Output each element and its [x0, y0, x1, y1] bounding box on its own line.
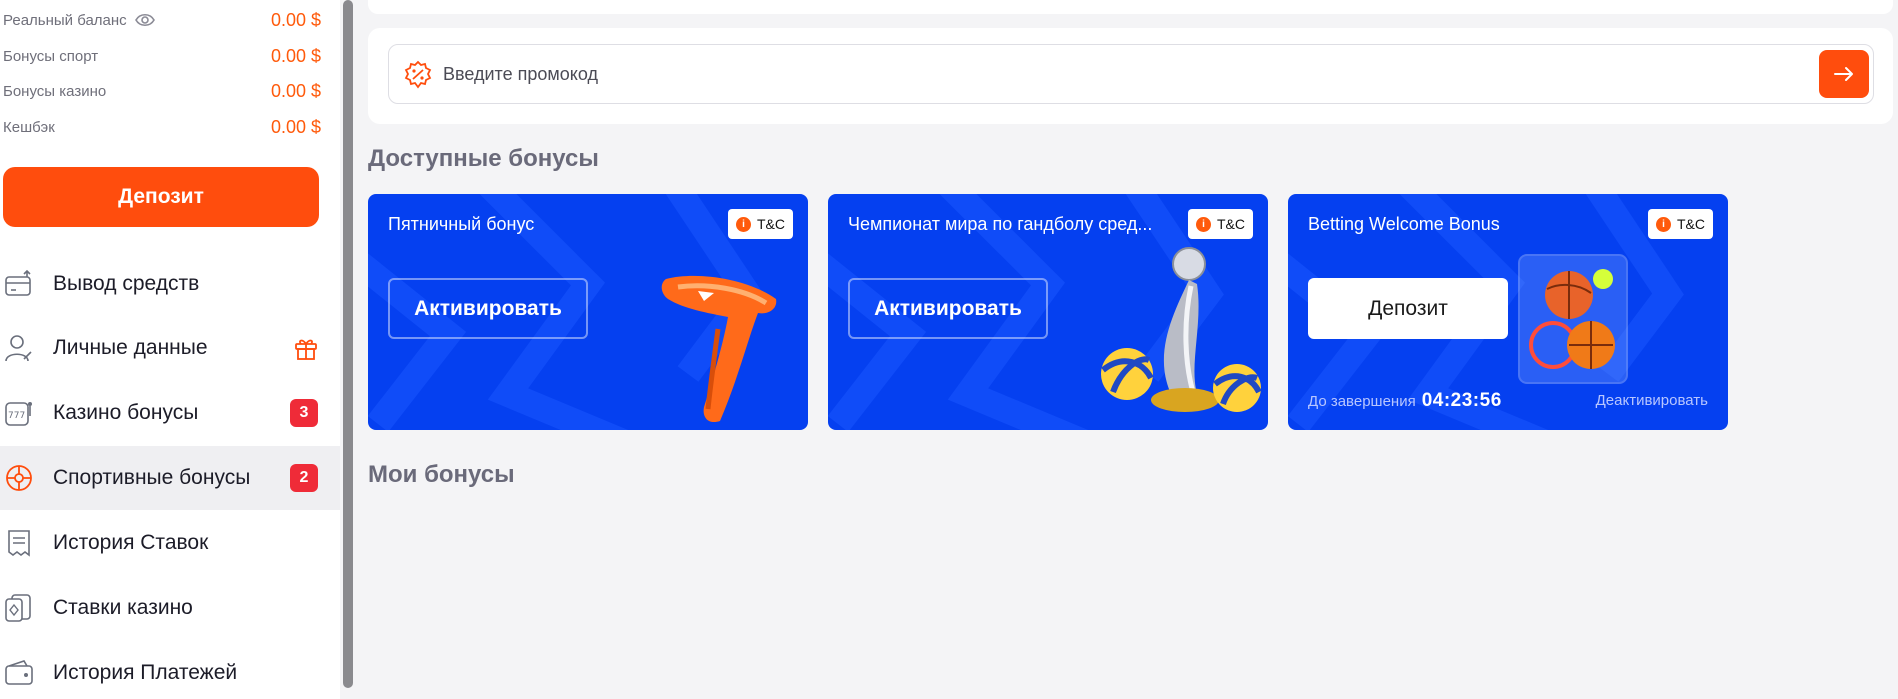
discount-badge-icon — [404, 60, 432, 89]
available-bonuses-title: Доступные бонусы — [368, 145, 599, 172]
balance-label: Бонусы спорт — [3, 47, 99, 65]
arrow-right-icon — [1834, 67, 1853, 81]
trophy-balls-image — [1101, 247, 1262, 412]
eye-icon[interactable] — [134, 13, 155, 27]
tc-label: T&C — [1677, 216, 1705, 232]
nav-item-withdraw[interactable]: Вывод средств — [0, 252, 340, 316]
card-title: Пятничный бонус — [388, 214, 535, 234]
nav-item-personal-data[interactable]: Личные данные — [0, 316, 340, 380]
slot-machine-icon: 777 — [4, 398, 34, 428]
info-icon: i — [736, 216, 751, 232]
balance-value: 0.00 $ — [270, 9, 321, 30]
balance-value: 0.00 $ — [270, 80, 321, 101]
nav-label: Вывод средств — [53, 272, 200, 295]
page: Реальный баланс 0.00 $ Бонусы спорт 0.00… — [0, 0, 1898, 699]
promo-code-input[interactable] — [443, 55, 1743, 93]
balance-row-cashback: Кешбэк 0.00 $ — [3, 112, 321, 142]
activate-button[interactable]: Активировать — [848, 278, 1048, 339]
nav-label: Казино бонусы — [53, 401, 199, 424]
bonus-card-friday: Пятничный бонус i T&C Активировать — [368, 194, 808, 430]
nav-item-bet-history[interactable]: История Ставок — [0, 511, 340, 575]
tc-label: T&C — [1217, 216, 1245, 232]
balance-label: Кешбэк — [3, 118, 55, 136]
balance-row-sport: Бонусы спорт 0.00 $ — [3, 41, 321, 71]
balance-value: 0.00 $ — [270, 45, 321, 66]
nav-label: Личные данные — [53, 336, 208, 359]
nav-item-casino-bets[interactable]: Ставки казино — [0, 576, 340, 640]
tc-button[interactable]: i T&C — [1188, 209, 1253, 239]
my-bonuses-title: Мои бонусы — [368, 461, 515, 488]
balance-row-real: Реальный баланс 0.00 $ — [3, 5, 321, 35]
tc-label: T&C — [757, 216, 785, 232]
user-icon — [4, 333, 34, 363]
promo-box — [388, 44, 1874, 104]
bonus-card-welcome: Betting Welcome Bonus i T&C Депозит До з… — [1288, 194, 1728, 430]
badge-count: 3 — [290, 399, 318, 427]
balance-label: Реальный баланс — [3, 11, 127, 29]
wallet-icon — [4, 658, 34, 688]
balance-value: 0.00 $ — [270, 116, 321, 137]
withdraw-icon — [4, 269, 34, 299]
nav-item-sport-bonuses[interactable]: Спортивные бонусы 2 — [0, 446, 340, 510]
nav-item-payment-history[interactable]: История Платежей — [0, 641, 340, 699]
promo-submit-button[interactable] — [1819, 50, 1869, 98]
promo-panel — [368, 28, 1893, 124]
sport-ball-icon — [4, 463, 34, 493]
receipt-icon — [4, 528, 34, 558]
nav-label: Ставки казино — [53, 596, 193, 619]
deposit-button[interactable]: Депозит — [3, 167, 319, 227]
boomerang-image — [661, 275, 777, 423]
info-icon: i — [1196, 216, 1211, 232]
info-icon: i — [1656, 216, 1671, 232]
balance-row-casino: Бонусы казино 0.00 $ — [3, 76, 321, 106]
nav-label: Спортивные бонусы — [53, 466, 251, 489]
svg-text:777: 777 — [8, 411, 25, 421]
sports-gear-image — [1518, 254, 1628, 384]
sidebar-scrollbar[interactable] — [343, 0, 353, 688]
tc-button[interactable]: i T&C — [728, 209, 793, 239]
top-panel — [368, 0, 1893, 14]
card-title: Чемпионат мира по гандболу сред... — [848, 214, 1153, 234]
gift-icon[interactable] — [293, 335, 319, 361]
cards-icon — [4, 593, 34, 623]
bonus-card-handball: Чемпионат мира по гандболу сред... i T&C… — [828, 194, 1268, 430]
card-title: Betting Welcome Bonus — [1308, 214, 1500, 234]
nav-label: История Ставок — [53, 531, 209, 554]
nav-label: История Платежей — [53, 661, 238, 684]
activate-button[interactable]: Активировать — [388, 278, 588, 339]
deactivate-link[interactable]: Деактивировать — [1596, 392, 1708, 409]
nav-item-casino-bonuses[interactable]: 777 Казино бонусы 3 — [0, 381, 340, 445]
badge-count: 2 — [290, 464, 318, 492]
timer-label: До завершения — [1308, 393, 1416, 410]
sidebar: Реальный баланс 0.00 $ Бонусы спорт 0.00… — [0, 0, 340, 699]
timer-row: До завершения 04:23:56 — [1308, 390, 1502, 412]
countdown-timer: 04:23:56 — [1421, 390, 1502, 411]
card-deposit-button[interactable]: Депозит — [1308, 278, 1508, 339]
tc-button[interactable]: i T&C — [1648, 209, 1713, 239]
balance-label: Бонусы казино — [3, 82, 107, 100]
